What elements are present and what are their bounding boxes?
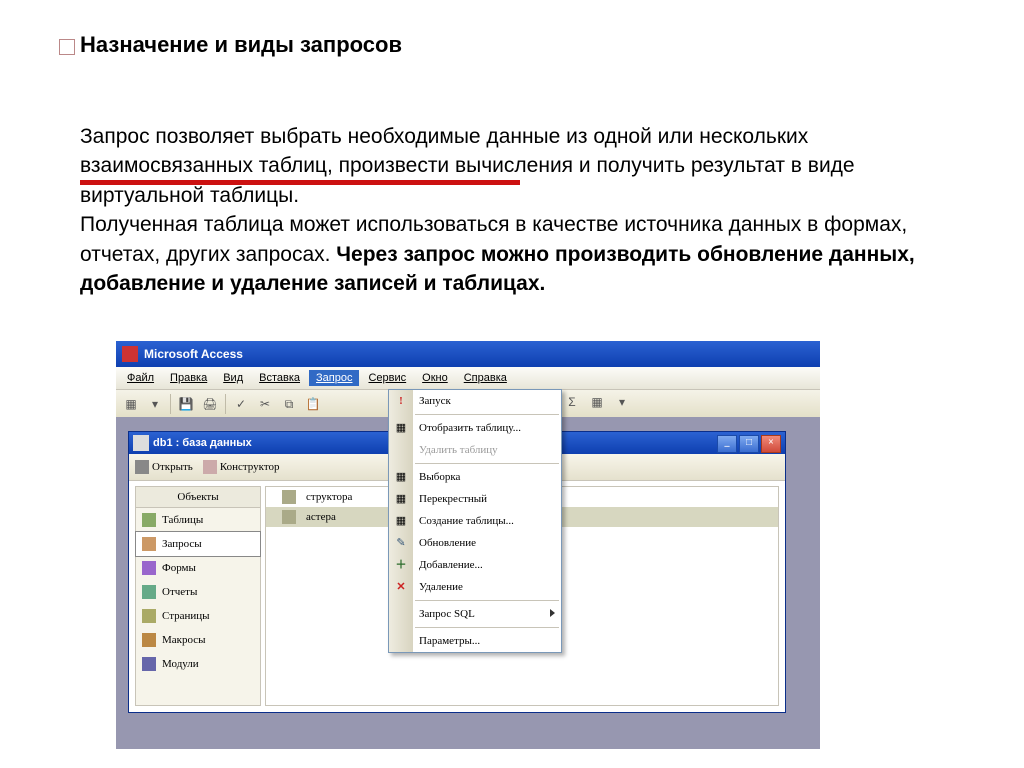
params-icon	[393, 633, 409, 649]
sql-icon	[393, 606, 409, 622]
menubar[interactable]: Файл Правка Вид Вставка Запрос Сервис Ок…	[116, 367, 820, 390]
sidebar-item-reports[interactable]: Отчеты	[136, 580, 260, 604]
sidebar-item-modules[interactable]: Модули	[136, 652, 260, 676]
forms-icon	[142, 561, 156, 575]
design-icon	[203, 460, 217, 474]
item-icon	[282, 510, 296, 524]
window-titlebar: Microsoft Access	[116, 341, 820, 367]
menu-crosstab[interactable]: ▦ Перекрестный	[389, 488, 561, 510]
sidebar-item-macros[interactable]: Макросы	[136, 628, 260, 652]
submenu-arrow-icon	[550, 609, 555, 617]
body-text: Запрос позволяет выбрать необходимые дан…	[80, 122, 950, 298]
tb-misc-icon[interactable]: ▦	[586, 391, 608, 413]
tb-copy-icon[interactable]: ⧉	[278, 393, 300, 415]
sidebar-item-tables[interactable]: Таблицы	[136, 508, 260, 532]
tb-print-icon[interactable]: 🖨	[199, 393, 221, 415]
tb-spell-icon[interactable]: ✓	[230, 393, 252, 415]
menu-separator	[415, 600, 559, 601]
open-button[interactable]: Открыть	[135, 460, 193, 474]
design-button[interactable]: Конструктор	[203, 460, 280, 474]
menu-update[interactable]: ✎ Обновление	[389, 532, 561, 554]
tb-dropdown-icon[interactable]: ▾	[144, 393, 166, 415]
menu-separator	[415, 463, 559, 464]
tb-view-icon[interactable]: ▦	[120, 393, 142, 415]
crosstab-icon: ▦	[393, 491, 409, 507]
menu-remove-table: Удалить таблицу	[389, 439, 561, 461]
menu-parameters[interactable]: Параметры...	[389, 630, 561, 652]
menu-query[interactable]: Запрос	[309, 370, 359, 386]
tb-cut-icon[interactable]: ✂	[254, 393, 276, 415]
tb-save-icon[interactable]: 💾	[175, 393, 197, 415]
reports-icon	[142, 585, 156, 599]
update-icon: ✎	[393, 535, 409, 551]
menu-select[interactable]: ▦ Выборка	[389, 466, 561, 488]
menu-tools[interactable]: Сервис	[361, 370, 413, 386]
query-dropdown-menu[interactable]: ! Запуск ▦ Отобразить таблицу... Удалить…	[388, 389, 562, 653]
menu-sql[interactable]: Запрос SQL	[389, 603, 561, 625]
menu-insert[interactable]: Вставка	[252, 370, 307, 386]
pages-icon	[142, 609, 156, 623]
menu-delete[interactable]: ✕ Удаление	[389, 576, 561, 598]
window-title: Microsoft Access	[144, 347, 243, 361]
tables-icon	[142, 513, 156, 527]
minimize-button[interactable]: _	[717, 435, 737, 453]
tb-sep	[170, 394, 171, 414]
run-icon: !	[393, 393, 409, 409]
tb-sigma-icon[interactable]: Σ	[561, 391, 583, 413]
database-icon	[133, 435, 149, 451]
maximize-button[interactable]: □	[739, 435, 759, 453]
objects-header: Объекты	[136, 487, 260, 508]
tb-paste-icon[interactable]: 📋	[302, 393, 324, 415]
modules-icon	[142, 657, 156, 671]
menu-show-table[interactable]: ▦ Отобразить таблицу...	[389, 417, 561, 439]
tb-dropdown-icon[interactable]: ▾	[611, 391, 633, 413]
menu-make-table[interactable]: ▦ Создание таблицы...	[389, 510, 561, 532]
show-table-icon: ▦	[393, 420, 409, 436]
menu-separator	[415, 414, 559, 415]
make-table-icon: ▦	[393, 513, 409, 529]
select-icon: ▦	[393, 469, 409, 485]
macros-icon	[142, 633, 156, 647]
tb-sep	[225, 394, 226, 414]
sidebar-item-pages[interactable]: Страницы	[136, 604, 260, 628]
sidebar-item-forms[interactable]: Формы	[136, 556, 260, 580]
db-window-title: db1 : база данных	[153, 437, 252, 449]
slide-bullet-icon	[59, 39, 75, 55]
delete-icon: ✕	[393, 579, 409, 595]
menu-help[interactable]: Справка	[457, 370, 514, 386]
menu-edit[interactable]: Правка	[163, 370, 214, 386]
page-title: Назначение и виды запросов	[80, 32, 402, 58]
screenshot: Microsoft Access Файл Правка Вид Вставка…	[116, 341, 820, 749]
menu-file[interactable]: Файл	[120, 370, 161, 386]
queries-icon	[142, 537, 156, 551]
close-button[interactable]: ×	[761, 435, 781, 453]
item-icon	[282, 490, 296, 504]
objects-sidebar: Объекты Таблицы Запросы Формы Отчеты Стр…	[135, 486, 261, 706]
app-icon	[122, 346, 138, 362]
remove-table-icon	[393, 442, 409, 458]
menu-window[interactable]: Окно	[415, 370, 455, 386]
menu-separator	[415, 627, 559, 628]
toolbar-right: Σ ▦ ▾	[561, 391, 633, 413]
menu-run[interactable]: ! Запуск	[389, 390, 561, 412]
menu-view[interactable]: Вид	[216, 370, 250, 386]
para-line1: Запрос позволяет выбрать необходимые дан…	[80, 125, 855, 207]
append-icon: ＋	[393, 557, 409, 573]
menu-append[interactable]: ＋ Добавление...	[389, 554, 561, 576]
red-underline	[80, 180, 520, 185]
open-icon	[135, 460, 149, 474]
sidebar-item-queries[interactable]: Запросы	[135, 531, 261, 557]
